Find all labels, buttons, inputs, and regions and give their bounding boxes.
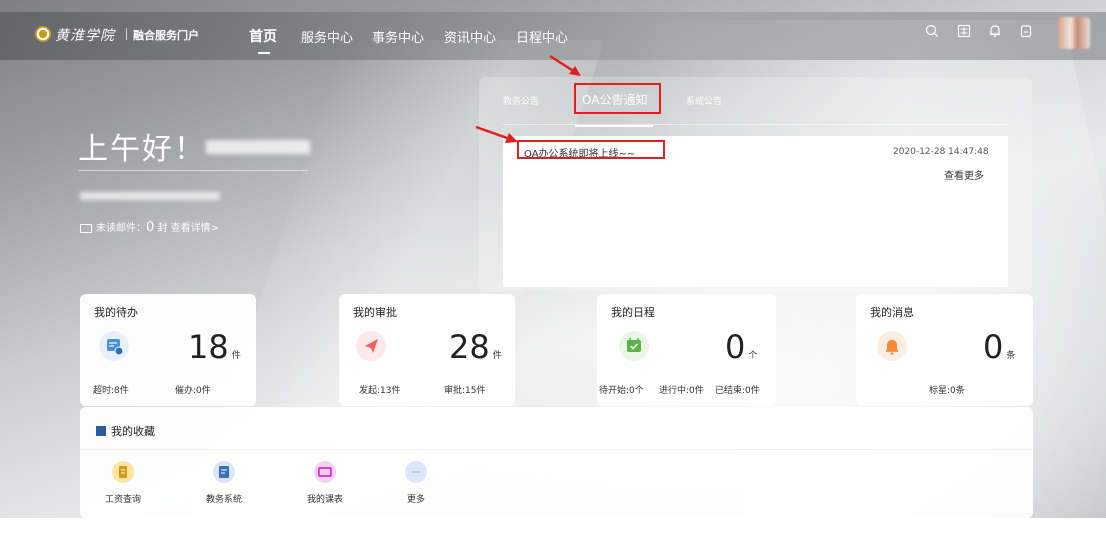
- schedule-in-progress: 进行中:0件: [659, 386, 704, 396]
- card-my-todo[interactable]: 我的待办 18 件 超时:8件 催办:0件: [80, 294, 256, 406]
- card-title: 我的审批: [353, 306, 397, 319]
- approval-count: 28 件: [449, 330, 502, 373]
- view-more-link[interactable]: 查看更多: [944, 167, 984, 182]
- favorite-label: 工资查询: [104, 495, 141, 505]
- nav-active-indicator: [258, 52, 270, 54]
- search-icon[interactable]: [923, 24, 941, 42]
- approval-count-value: 28: [449, 328, 490, 366]
- favorite-label: 我的课表: [306, 495, 343, 505]
- todo-count: 18 件: [188, 330, 241, 373]
- nav-affairs-center[interactable]: 事务中心: [372, 27, 424, 46]
- unread-mail-unit: 封: [157, 223, 168, 234]
- clipboard-icon[interactable]: [1017, 24, 1035, 42]
- unread-mail-line: 未读邮件：0 封 查看详情>: [80, 219, 219, 235]
- school-name-logo[interactable]: 黄淮学院: [55, 25, 115, 45]
- card-my-messages[interactable]: 我的消息 0条 标星:0条: [856, 294, 1033, 406]
- todo-overdue: 超时:8件: [93, 386, 129, 396]
- annotation-arrow: [475, 125, 518, 143]
- annotation-arrow: [549, 54, 581, 76]
- favorite-more[interactable]: 更多: [386, 461, 446, 505]
- mail-icon: [80, 223, 92, 233]
- tab-system-notice[interactable]: 系统公告: [686, 94, 722, 107]
- greeting-divider: [78, 170, 308, 171]
- favorites-divider: [80, 449, 1033, 450]
- tab-academic-notice[interactable]: 教务公告: [503, 94, 539, 107]
- greeting-text: 上午好！: [78, 132, 206, 167]
- approval-initiated: 发起:13件: [359, 386, 401, 396]
- unread-mail-label: 未读邮件：: [96, 223, 146, 234]
- favorites-title: 我的收藏: [111, 425, 155, 438]
- favorite-my-timetable[interactable]: 我的课表: [295, 461, 355, 505]
- nav-service-center[interactable]: 服务中心: [301, 27, 353, 46]
- view-mail-details-link[interactable]: 查看详情>: [171, 223, 219, 234]
- highlight-box-item: [517, 140, 665, 159]
- calendar-icon: [619, 331, 649, 361]
- card-my-approval[interactable]: 我的审批 28 件 发起:13件 审批:15件: [339, 294, 515, 406]
- schedule-finished: 已结束:0件: [715, 386, 760, 396]
- bell-icon: [877, 331, 907, 361]
- favorite-label: 教务系统: [205, 495, 242, 505]
- todo-urged: 催办:0件: [175, 386, 211, 396]
- timetable-icon: [314, 461, 336, 483]
- user-info-blurred: [80, 192, 220, 200]
- schedule-count: 0个: [725, 330, 757, 373]
- approval-count-unit: 件: [492, 351, 502, 361]
- favorites-panel: 我的收藏 工资查询 教务系统 我的课表 更多: [80, 407, 1033, 518]
- school-logo-icon[interactable]: [35, 26, 51, 42]
- card-my-schedule[interactable]: 我的日程 0个 待开始:0个 进行中:0件 已结束:0件: [597, 294, 776, 406]
- todo-icon: [99, 331, 129, 361]
- user-name-blurred: [206, 140, 310, 154]
- nav-schedule-center[interactable]: 日程中心: [516, 27, 568, 46]
- card-title: 我的待办: [94, 306, 138, 319]
- scan-icon[interactable]: [955, 24, 973, 42]
- card-title: 我的日程: [611, 306, 655, 319]
- message-count-value: 0: [983, 328, 1004, 366]
- todo-count-value: 18: [188, 328, 229, 366]
- card-title: 我的消息: [870, 306, 914, 319]
- favorite-salary-query[interactable]: 工资查询: [93, 461, 153, 505]
- bell-icon[interactable]: [986, 24, 1004, 42]
- tab-active-indicator: [575, 125, 653, 127]
- schedule-count-unit: 个: [748, 351, 758, 361]
- salary-icon: [112, 461, 134, 483]
- message-count-unit: 条: [1006, 351, 1016, 361]
- academic-icon: [213, 461, 235, 483]
- todo-count-unit: 件: [231, 351, 241, 361]
- avatar[interactable]: [1058, 17, 1090, 49]
- message-starred: 标星:0条: [929, 386, 965, 396]
- more-icon: [405, 461, 427, 483]
- highlight-box-tab: [574, 83, 661, 114]
- approval-reviewed: 审批:15件: [444, 386, 486, 396]
- unread-mail-count: 0: [146, 220, 155, 235]
- bar-chart-icon: [96, 426, 106, 436]
- schedule-count-value: 0: [725, 328, 746, 366]
- portal-name: 融合服务门户: [133, 29, 199, 42]
- message-count: 0条: [983, 330, 1015, 373]
- top-navigation-bar: 黄淮学院 融合服务门户 首页 服务中心 事务中心 资讯中心 日程中心: [0, 12, 1106, 60]
- nav-news-center[interactable]: 资讯中心: [444, 27, 496, 46]
- logo-divider: [126, 28, 127, 40]
- favorite-label: 更多: [406, 495, 425, 505]
- send-icon: [356, 331, 386, 361]
- nav-home[interactable]: 首页: [249, 26, 277, 46]
- schedule-pending: 待开始:0个: [599, 386, 644, 396]
- notice-item-date: 2020-12-28 14:47:48: [893, 147, 989, 157]
- favorite-academic-system[interactable]: 教务系统: [194, 461, 254, 505]
